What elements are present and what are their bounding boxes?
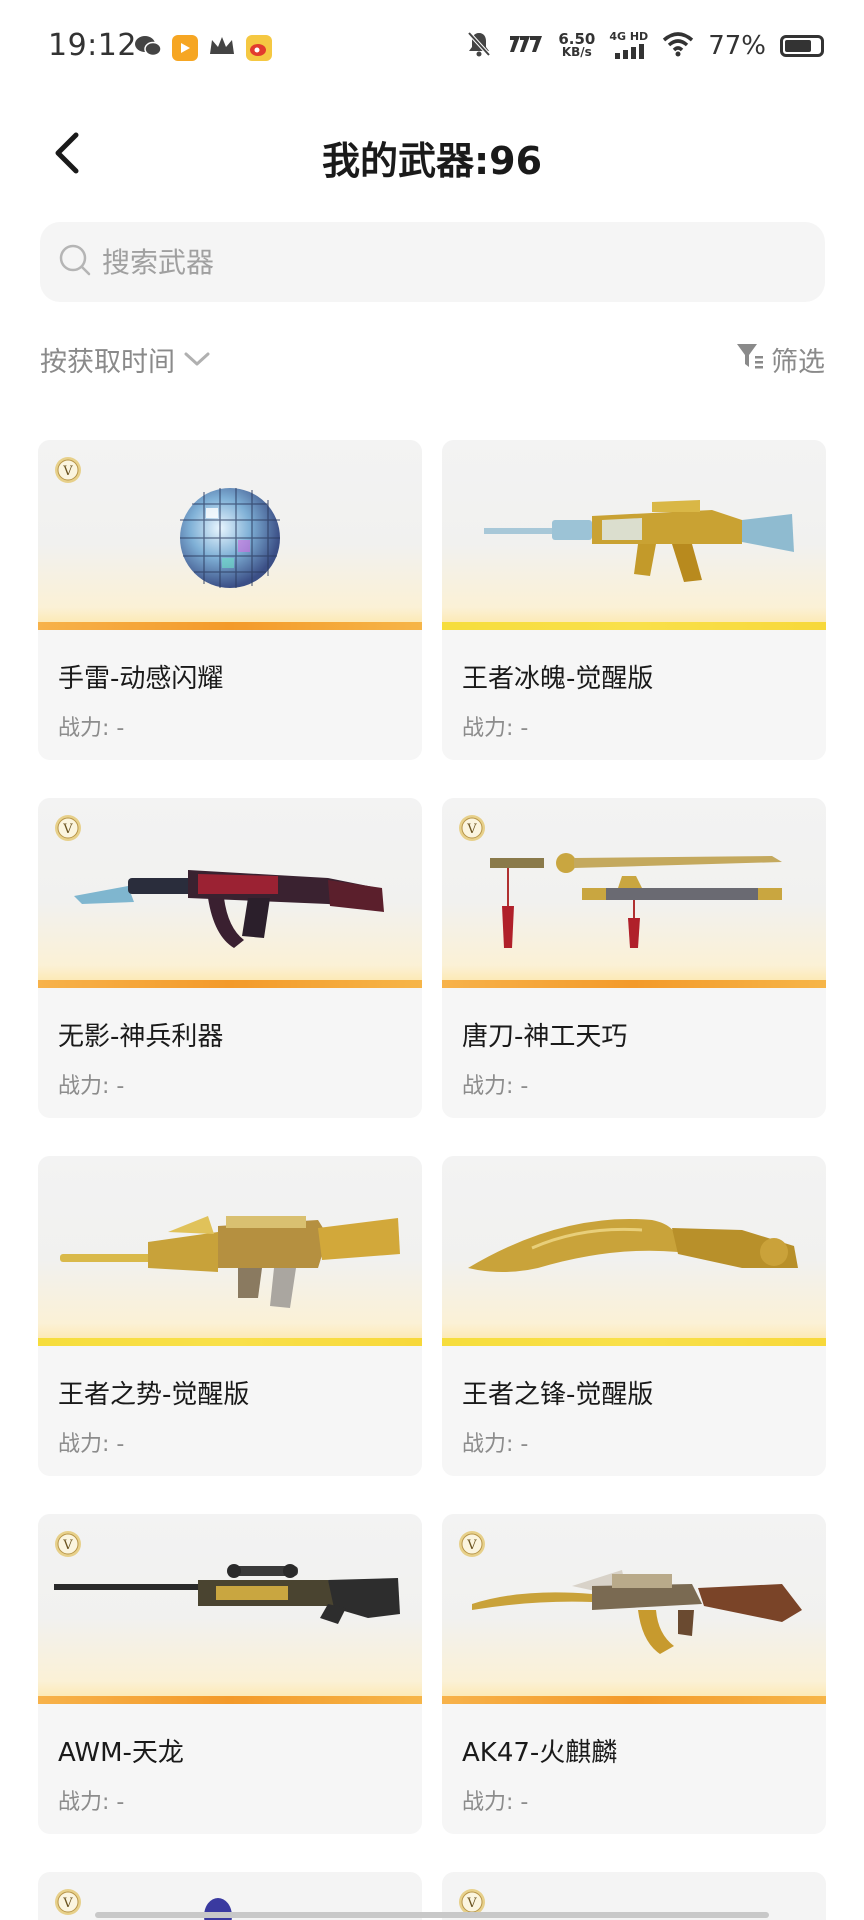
weapon-image-area: V [38, 1514, 422, 1704]
weapon-card[interactable]: 王者冰魄-觉醒版 战力: - [442, 440, 826, 760]
page-title: 我的武器:96 [321, 139, 543, 183]
weapon-power: 战力: - [462, 1790, 529, 1815]
v-badge-icon: V [458, 1530, 486, 1558]
rarity-strip [38, 1696, 422, 1704]
signal-group: 4G HD [609, 30, 648, 62]
v-badge-icon: V [54, 1530, 82, 1558]
weapon-power: 战力: - [58, 716, 125, 741]
weapon-name: 王者冰魄-觉醒版 [462, 664, 654, 694]
search-box[interactable] [40, 222, 825, 302]
status-time: 19:12 [48, 28, 137, 63]
knife-gold-image [468, 1219, 798, 1272]
v-badge-icon: V [54, 814, 82, 842]
sort-dropdown[interactable]: 按获取时间 [40, 340, 211, 379]
rifle-ice-image [484, 500, 794, 582]
battery-fill [785, 40, 811, 52]
weapon-image-area [442, 1156, 826, 1346]
weapon-power: 战力: - [462, 716, 529, 741]
svg-text:V: V [466, 822, 477, 837]
rarity-strip [442, 1338, 826, 1346]
video-app-icon [172, 35, 198, 61]
svg-text:V: V [466, 1896, 477, 1911]
weapon-card[interactable]: 王者之势-觉醒版 战力: - [38, 1156, 422, 1476]
svg-text:V: V [466, 1538, 477, 1553]
sort-filter-row: 按获取时间 筛选 [40, 340, 825, 384]
net-speed-unit: KB/s [561, 45, 592, 59]
crown-icon [208, 34, 236, 62]
weapon-name: 手雷-动感闪耀 [58, 664, 224, 694]
weapon-name: 王者之势-觉醒版 [58, 1380, 250, 1410]
rarity-strip [442, 980, 826, 988]
weapon-name: 无影-神兵利器 [58, 1022, 224, 1052]
sniper-awm-image [54, 1564, 400, 1624]
rarity-strip [38, 1338, 422, 1346]
weapon-power: 战力: - [58, 1790, 125, 1815]
sort-label: 按获取时间 [40, 347, 175, 378]
weapon-name: AK47-火麒麟 [462, 1738, 618, 1768]
weapon-name: 王者之锋-觉醒版 [462, 1380, 654, 1410]
filter-button[interactable]: 筛选 [735, 340, 825, 379]
weapon-card[interactable]: V AK47-火麒麟 战力: - [442, 1514, 826, 1834]
net-speed: 6.50 KB/s [558, 32, 595, 59]
weapon-name: AWM-天龙 [58, 1738, 184, 1768]
weapon-card[interactable]: V AWM-天龙 战力: - [38, 1514, 422, 1834]
signal-icon [614, 43, 644, 62]
v-badge-icon: V [54, 1888, 82, 1916]
weapon-grid: V 手雷-动感闪耀 战力: - 王者冰魄-觉醒版 战力: - V 无影-神兵利器… [38, 440, 828, 1834]
weapon-card[interactable]: 王者之锋-觉醒版 战力: - [442, 1156, 826, 1476]
svg-text:V: V [62, 822, 73, 837]
weapon-image-area: V [442, 1514, 826, 1704]
weapon-power: 战力: - [462, 1432, 529, 1457]
rarity-strip [442, 622, 826, 630]
rarity-strip [38, 622, 422, 630]
weapon-power: 战力: - [462, 1074, 529, 1099]
wifi-icon [662, 31, 694, 61]
rarity-strip [442, 1696, 826, 1704]
svg-text:V: V [62, 1538, 73, 1553]
weapon-name: 唐刀-神工天巧 [462, 1022, 628, 1052]
weibo-icon [246, 35, 272, 61]
mute-icon [466, 30, 492, 62]
rarity-strip [38, 980, 422, 988]
filter-icon [735, 341, 765, 378]
battery-percent: 77% [708, 31, 766, 61]
weapon-image-area [38, 1156, 422, 1346]
status-bar: 19:12 6.50 KB/s 4G HD 77% [0, 0, 864, 96]
status-app-icons [134, 34, 272, 62]
weapon-image-area: V [38, 798, 422, 988]
home-indicator[interactable] [95, 1912, 769, 1918]
svg-text:V: V [62, 1896, 73, 1911]
search-icon [58, 243, 102, 281]
tang-sword-image [490, 853, 782, 948]
rifle-gold-image [60, 1216, 400, 1308]
chevron-down-icon [183, 344, 211, 375]
search-input[interactable] [102, 245, 702, 279]
header: 我的武器:96 [0, 110, 864, 200]
filter-label: 筛选 [771, 347, 825, 378]
v-badge-icon: V [458, 814, 486, 842]
weapon-image-area [442, 440, 826, 630]
weapon-power: 战力: - [58, 1432, 125, 1457]
app-logo-icon [506, 34, 544, 58]
weapon-card[interactable]: V 无影-神兵利器 战力: - [38, 798, 422, 1118]
network-type: 4G HD [609, 30, 649, 43]
weapon-power: 战力: - [58, 1074, 125, 1099]
weapon-image-area: V [38, 440, 422, 630]
weapon-card[interactable]: V 手雷-动感闪耀 战力: - [38, 440, 422, 760]
wechat-icon [134, 34, 162, 62]
rifle-dark-dragon-image [74, 870, 384, 948]
grenade-disco-image [180, 488, 280, 588]
status-right-group: 6.50 KB/s 4G HD 77% [466, 30, 824, 62]
svg-text:V: V [62, 464, 73, 479]
rifle-ak47-qilin-image [472, 1570, 802, 1654]
weapon-image-area: V [442, 798, 826, 988]
weapon-card[interactable]: V 唐刀-神工天巧 战力: - [442, 798, 826, 1118]
battery-icon [780, 35, 824, 57]
v-badge-icon: V [54, 456, 82, 484]
